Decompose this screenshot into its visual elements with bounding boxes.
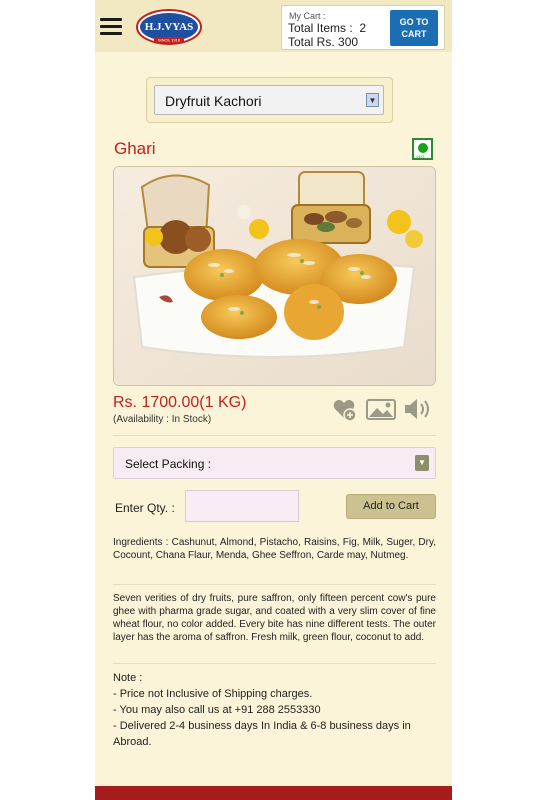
dropdown-arrow-icon[interactable]: ▼	[366, 93, 379, 107]
cart-label: My Cart :	[289, 11, 326, 21]
cart-total: Total Rs. 300	[288, 35, 359, 49]
svg-text:H.J.VYAS: H.J.VYAS	[145, 21, 194, 33]
note-item: - You may also call us at +91 288 255333…	[113, 704, 321, 716]
veg-mark-icon: VEG	[412, 138, 433, 160]
cart-summary: My Cart : Total Items : 2 Total Rs. 300 …	[281, 5, 445, 50]
description-text: Seven verities of dry fruits, pure saffr…	[113, 593, 436, 643]
divider	[113, 584, 436, 585]
speaker-icon[interactable]	[405, 399, 429, 419]
go-to-cart-button[interactable]: GO TO CART	[390, 10, 438, 46]
cart-items-count: Total Items : 2	[288, 21, 367, 35]
note-item: - Price not Inclusive of Shipping charge…	[113, 688, 313, 700]
add-to-cart-button[interactable]: Add to Cart	[346, 494, 436, 519]
quantity-input[interactable]	[185, 490, 299, 522]
product-page: H.J.VYAS SINCE 1916 My Cart : Total Item…	[95, 0, 452, 800]
note-item: Abroad.	[113, 736, 152, 748]
note-title: Note :	[113, 672, 143, 684]
wishlist-add-icon[interactable]	[333, 399, 357, 422]
product-price: Rs. 1700.00(1 KG)	[113, 394, 247, 411]
product-action-icons	[333, 399, 429, 422]
note-item: - Delivered 2-4 business days In India &…	[113, 720, 411, 732]
gallery-icon[interactable]	[366, 399, 396, 420]
category-select-value: Dryfruit Kachori	[165, 93, 262, 109]
product-image[interactable]	[113, 166, 436, 386]
footer-bar	[95, 786, 452, 800]
packing-select-placeholder: Select Packing :	[125, 457, 212, 471]
note-section: Note : - Price not Inclusive of Shipping…	[113, 670, 436, 750]
category-select-frame: Dryfruit Kachori ▼	[146, 77, 393, 123]
divider	[113, 663, 436, 664]
brand-logo[interactable]: H.J.VYAS SINCE 1916	[135, 8, 203, 46]
hamburger-menu-icon[interactable]	[100, 18, 122, 36]
dropdown-arrow-icon[interactable]: ▼	[415, 455, 429, 471]
category-select[interactable]: Dryfruit Kachori ▼	[154, 85, 384, 115]
packing-select[interactable]: Select Packing : ▼	[113, 447, 436, 479]
availability-status: (Availability : In Stock)	[113, 414, 212, 425]
svg-text:SINCE 1916: SINCE 1916	[158, 38, 181, 43]
top-bar: H.J.VYAS SINCE 1916 My Cart : Total Item…	[95, 0, 452, 52]
ingredients-text: Ingredients : Cashunut, Almond, Pistacho…	[113, 537, 436, 561]
divider	[113, 435, 436, 436]
quantity-label: Enter Qty. :	[115, 501, 175, 515]
product-title: Ghari	[114, 139, 156, 158]
